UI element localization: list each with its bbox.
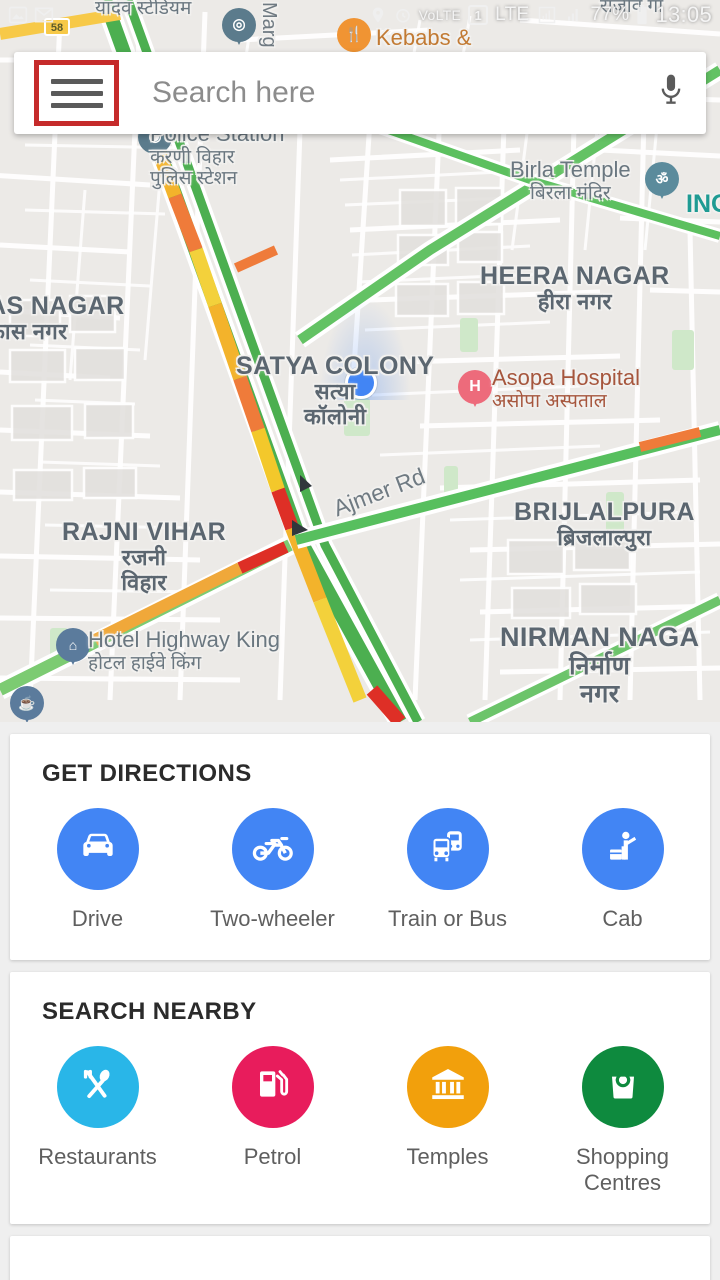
location-pin-icon — [369, 5, 387, 25]
nearby-label-restaurants: Restaurants — [38, 1144, 157, 1170]
search-input[interactable] — [152, 76, 636, 110]
network-label: LTE — [495, 4, 529, 26]
get-directions-card: GET DIRECTIONS Drive — [10, 734, 710, 960]
map-label-heera-nagar: HEERA NAGAR हीरा नगर — [480, 262, 670, 315]
directions-label-train-or-bus: Train or Bus — [388, 906, 507, 932]
next-card-partial[interactable] — [10, 1236, 710, 1280]
train-bus-icon — [426, 825, 470, 874]
hamburger-menu-button[interactable] — [34, 60, 119, 126]
directions-item-cab[interactable]: Cab — [535, 808, 710, 932]
nearby-label-petrol: Petrol — [244, 1144, 301, 1170]
temples-circle — [407, 1046, 489, 1128]
volte-label: VoLTE — [419, 7, 462, 23]
map-label-birla-temple: Birla Temple बिरला मंदिर — [510, 158, 631, 204]
voice-search-button[interactable] — [636, 71, 706, 116]
temple-icon — [427, 1063, 469, 1110]
nearby-item-shopping-centres[interactable]: Shopping Centres — [535, 1046, 710, 1196]
signal-bars-icon — [537, 6, 557, 24]
status-bar-system: VoLTE 1 LTE 77% 13:05 — [369, 2, 712, 28]
directions-item-drive[interactable]: Drive — [10, 808, 185, 932]
signal-bars-2-icon — [564, 6, 584, 24]
directions-label-cab: Cab — [602, 906, 642, 932]
battery-icon — [636, 5, 648, 25]
drive-circle — [57, 808, 139, 890]
car-icon — [76, 825, 120, 874]
image-icon — [8, 5, 28, 25]
map-label-hotel-highway-king: Hotel Highway King होटल हाईवे किंग — [88, 628, 280, 674]
directions-label-two-wheeler: Two-wheeler — [210, 906, 335, 932]
alarm-icon — [394, 6, 412, 24]
directions-item-two-wheeler[interactable]: Two-wheeler — [185, 808, 360, 932]
fork-spoon-icon — [76, 1062, 120, 1111]
map-pin-asopa-hospital[interactable]: H — [458, 370, 492, 414]
cab-hail-icon — [602, 826, 644, 873]
clock: 13:05 — [655, 2, 712, 28]
nearby-item-restaurants[interactable]: Restaurants — [10, 1046, 185, 1196]
nearby-label-temples: Temples — [407, 1144, 489, 1170]
map-pin-hotel-highway-king[interactable]: ⌂ — [56, 628, 90, 672]
google-maps-screen: ◎ 🍴 ◉ ॐ H ⌂ ☕ — [0, 0, 720, 1280]
directions-item-train-or-bus[interactable]: Train or Bus — [360, 808, 535, 932]
gmail-icon — [34, 5, 54, 25]
get-directions-title: GET DIRECTIONS — [42, 760, 710, 788]
nearby-item-temples[interactable]: Temples — [360, 1046, 535, 1196]
map-label-satya-colony: SATYA COLONY सत्या कॉलोनी — [236, 352, 434, 429]
sim-1-icon: 1 — [468, 5, 488, 25]
restaurants-circle — [57, 1046, 139, 1128]
shopping-centres-circle — [582, 1046, 664, 1128]
motorcycle-icon — [250, 824, 296, 875]
nearby-item-petrol[interactable]: Petrol — [185, 1046, 360, 1196]
train-bus-circle — [407, 808, 489, 890]
search-nearby-row: Restaurants Petrol — [10, 1046, 710, 1196]
map-label-nirman-nagar: NIRMAN NAGA निर्माण नगर — [500, 622, 699, 708]
two-wheeler-circle — [232, 808, 314, 890]
search-nearby-card: SEARCH NEARBY — [10, 972, 710, 1224]
fuel-pump-icon — [253, 1064, 293, 1109]
shopping-bag-icon — [603, 1064, 643, 1109]
map-label-asopa-hospital: Asopa Hospital असोपा अस्पताल — [492, 366, 640, 412]
map-pin-generic[interactable]: ☕ — [10, 686, 44, 722]
battery-percent: 77% — [591, 4, 630, 26]
microphone-icon — [657, 71, 685, 116]
petrol-circle — [232, 1046, 314, 1128]
nearby-label-shopping-centres: Shopping Centres — [535, 1144, 710, 1196]
cab-circle — [582, 808, 664, 890]
bottom-sheet: GET DIRECTIONS Drive — [0, 722, 720, 1280]
get-directions-row: Drive — [10, 808, 710, 932]
hamburger-menu-icon — [51, 72, 103, 115]
map-label-brijlalpura: BRIJLALPURA ब्रिजलाल्पुरा — [514, 498, 695, 551]
status-bar-notifications — [8, 5, 54, 25]
map-pin-birla-temple[interactable]: ॐ — [645, 162, 679, 206]
directions-label-drive: Drive — [72, 906, 123, 932]
search-bar[interactable] — [14, 52, 706, 134]
status-bar: VoLTE 1 LTE 77% 13:05 — [0, 0, 720, 30]
map-label-inox: INO — [686, 190, 720, 218]
map-label-rajni-vihar: RAJNI VIHAR रजनी विहार — [62, 518, 226, 595]
map-label-kas-nagar: AS NAGAR कास नगर — [0, 292, 125, 345]
search-nearby-title: SEARCH NEARBY — [42, 998, 710, 1026]
